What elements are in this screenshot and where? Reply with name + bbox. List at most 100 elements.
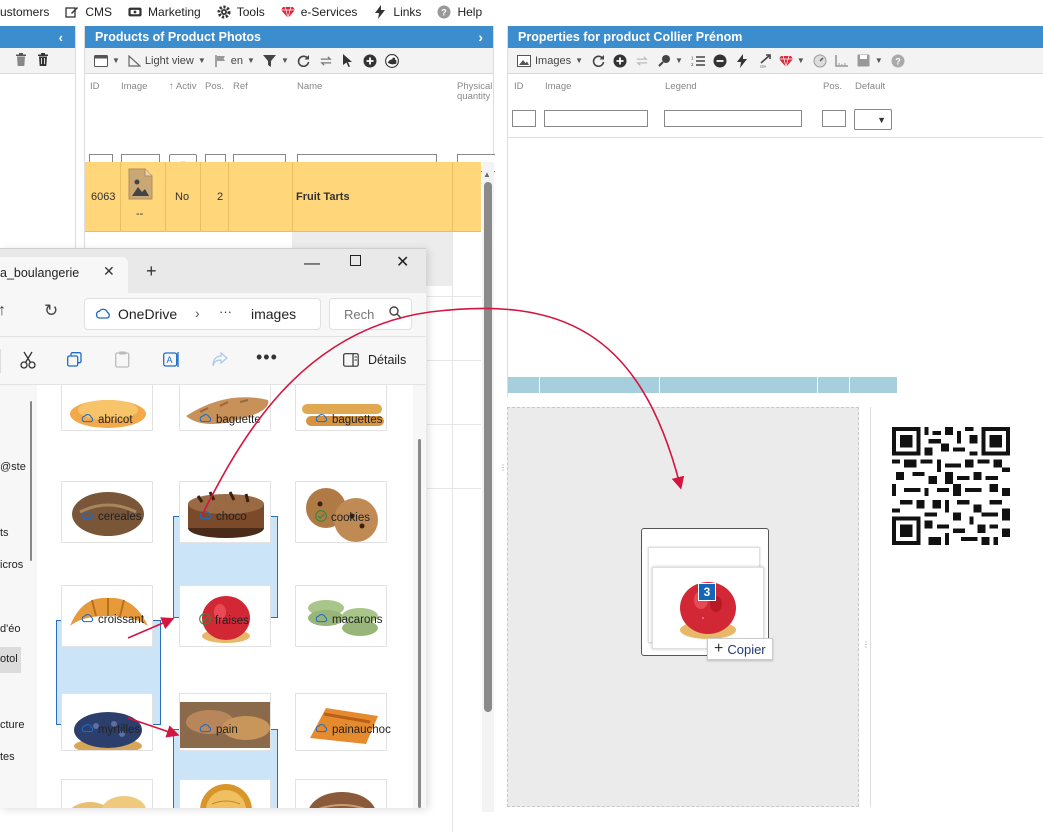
path-root[interactable]: OneDrive — [118, 306, 177, 322]
menu-links[interactable]: Links — [365, 0, 429, 24]
filter-pos-input[interactable] — [822, 110, 846, 127]
language-button[interactable]: en ▼ — [211, 51, 258, 71]
delete-icon[interactable] — [37, 52, 49, 69]
menu-help[interactable]: ? Help — [429, 0, 490, 24]
details-button[interactable]: Détails — [368, 353, 406, 367]
address-bar[interactable]: OneDrive › ··· images — [84, 298, 321, 330]
file-label[interactable]: macarons — [315, 613, 383, 626]
cut-icon[interactable] — [20, 351, 36, 372]
image-drop-zone[interactable]: ⋮ 3 + Copier — [499, 407, 859, 807]
col-physical-quantity[interactable]: Physical quantity — [457, 82, 495, 102]
filter-id-input[interactable] — [512, 110, 536, 127]
col-image[interactable]: Image — [121, 82, 147, 92]
file-label[interactable]: fraises — [199, 613, 249, 628]
col-name[interactable]: Name — [297, 82, 322, 92]
file-label[interactable]: myrtilles — [81, 723, 140, 736]
timer-button[interactable] — [810, 51, 830, 71]
e-services-button[interactable]: ▼ — [776, 51, 808, 71]
save-button[interactable]: ▼ — [854, 51, 886, 71]
new-tab-icon[interactable]: + — [146, 261, 157, 282]
select-button[interactable] — [338, 51, 358, 71]
nav-item-account[interactable]: @ste — [0, 461, 26, 473]
file-grid-scrollbar[interactable] — [413, 385, 426, 808]
rename-icon[interactable]: A — [163, 351, 180, 371]
col-ref[interactable]: Ref — [233, 82, 248, 92]
sync-button[interactable] — [316, 51, 336, 71]
grid-menu-button[interactable]: ▼ — [91, 51, 123, 71]
file-label[interactable]: baguette — [199, 413, 261, 426]
resize-handle-icon[interactable]: ⋮ — [499, 463, 507, 472]
col-image[interactable]: Image — [545, 82, 571, 92]
col-default[interactable]: Default — [855, 82, 885, 92]
refresh-button[interactable] — [294, 51, 314, 71]
refresh-images-button[interactable] — [588, 51, 608, 71]
add-button[interactable] — [360, 51, 380, 71]
file-thumb-pain[interactable] — [179, 693, 271, 751]
nav-item-notes[interactable]: tes — [0, 751, 15, 763]
refresh-icon[interactable]: ↻ — [44, 301, 58, 321]
col-legend[interactable]: Legend — [665, 82, 697, 92]
products-scrollbar[interactable]: ▲ — [482, 162, 494, 812]
col-id[interactable]: ID — [514, 82, 524, 92]
file-thumb-pommes[interactable] — [179, 779, 271, 808]
nav-item-photos[interactable]: otol — [0, 653, 18, 665]
menu-marketing[interactable]: Marketing — [120, 0, 209, 24]
sort-list-button[interactable]: 12 — [688, 51, 708, 71]
table-row[interactable]: 6063 -- No 2 Fruit Tarts — [85, 162, 481, 232]
col-id[interactable]: ID — [90, 82, 100, 92]
menu-customers[interactable]: ustomers — [0, 0, 57, 24]
menu-e-services[interactable]: e-Services — [273, 0, 366, 24]
measure-button[interactable] — [832, 51, 852, 71]
file-label[interactable]: choco — [199, 510, 247, 523]
images-menu-button[interactable]: Images ▼ — [514, 51, 586, 71]
file-label[interactable]: cereales — [81, 510, 141, 523]
trash-icon[interactable] — [15, 52, 27, 69]
quick-action-button[interactable] — [732, 51, 752, 71]
path-current[interactable]: images — [251, 306, 296, 322]
minimize-icon[interactable]: — — [304, 255, 320, 273]
close-tab-icon[interactable]: ✕ — [103, 263, 115, 280]
scrollbar-thumb[interactable] — [484, 182, 492, 712]
col-active[interactable]: ↑ Activ — [169, 82, 196, 92]
path-ellipsis[interactable]: ··· — [219, 304, 232, 319]
search-icon[interactable] — [389, 306, 402, 322]
file-label[interactable]: baguettes — [315, 413, 383, 426]
export-csv-button[interactable]: csv — [754, 51, 774, 71]
up-arrow-icon[interactable]: ↑ — [0, 302, 6, 320]
nav-scrollbar-thumb[interactable] — [30, 401, 32, 561]
sync-images-button[interactable] — [632, 51, 652, 71]
scroll-up-icon[interactable]: ▲ — [483, 170, 491, 179]
more-options-icon[interactable]: ••• — [256, 347, 278, 368]
light-view-button[interactable]: Light view ▼ — [125, 51, 209, 71]
search-input[interactable]: Rech — [344, 307, 374, 322]
nav-item-documents[interactable]: ts — [0, 527, 9, 539]
chevron-right-icon[interactable]: › — [478, 29, 483, 45]
search-images-button[interactable]: ▼ — [654, 51, 686, 71]
nav-item-microsoft[interactable]: icros — [0, 559, 23, 571]
filter-button[interactable]: ▼ — [260, 51, 292, 71]
file-label[interactable]: abricot — [81, 413, 133, 426]
filter-default-select[interactable]: ▼ — [854, 109, 892, 130]
file-thumb-palets[interactable] — [61, 779, 153, 808]
maximize-icon[interactable] — [350, 255, 361, 269]
menu-cms[interactable]: CMS — [57, 0, 120, 24]
col-pos[interactable]: Pos. — [205, 82, 224, 92]
filter-legend-input[interactable] — [664, 110, 802, 127]
file-label[interactable]: cookies — [315, 510, 370, 525]
col-pos[interactable]: Pos. — [823, 82, 842, 92]
chevron-left-icon[interactable]: ‹ — [59, 30, 63, 45]
close-window-icon[interactable]: ✕ — [396, 252, 409, 272]
nav-item-desktop[interactable]: d'éo — [0, 623, 20, 635]
file-label[interactable]: pain — [199, 723, 238, 736]
file-thumb-myrtilles[interactable] — [61, 693, 153, 751]
help-button[interactable]: ? — [888, 51, 908, 71]
file-thumb-seigle[interactable] — [295, 779, 387, 808]
scrollbar-thumb[interactable] — [418, 439, 421, 808]
add-image-button[interactable] — [610, 51, 630, 71]
nav-item-pictures[interactable]: cture — [0, 719, 24, 731]
file-label[interactable]: croissant — [81, 613, 144, 626]
file-thumb-painauchoc[interactable] — [295, 693, 387, 751]
search-box[interactable]: Rech — [329, 298, 412, 330]
remove-image-button[interactable] — [710, 51, 730, 71]
filter-image-input[interactable] — [544, 110, 648, 127]
